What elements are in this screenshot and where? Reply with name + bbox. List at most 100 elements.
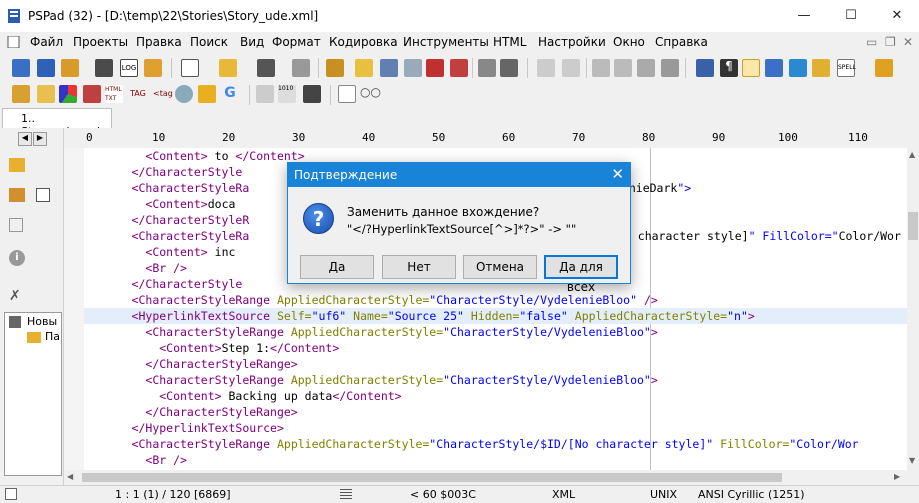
menu-html[interactable]: HTML — [493, 35, 526, 49]
scroll-left-icon[interactable]: ◀ — [67, 472, 73, 481]
menu-help[interactable]: Справка — [655, 35, 708, 49]
new-file-icon[interactable] — [12, 59, 30, 77]
tag-uppercase-icon[interactable]: TAG — [130, 85, 152, 103]
save-disk-icon[interactable] — [257, 59, 275, 77]
tree-item-new[interactable]: Новы — [27, 315, 57, 328]
menu-tools[interactable]: Инструменты — [403, 35, 489, 49]
word-wrap-icon[interactable] — [742, 59, 760, 77]
menu-format[interactable]: Формат — [272, 35, 321, 49]
tag-icon[interactable] — [12, 85, 30, 103]
find-icon[interactable] — [355, 59, 373, 77]
file-icon[interactable] — [9, 218, 23, 232]
code-line: </CharacterStyle — [131, 165, 243, 179]
menu-window[interactable]: Окно — [613, 35, 645, 49]
code-line: <CharacterStyleRange AppliedCharacterSty… — [145, 373, 658, 387]
yes-button[interactable]: Да — [300, 255, 374, 279]
horizontal-scrollbar[interactable]: ◀ ▶ — [64, 470, 907, 485]
preview-icon[interactable] — [478, 59, 496, 77]
google-icon[interactable]: G — [221, 85, 239, 103]
paste-icon[interactable] — [637, 59, 655, 77]
dialog-close-button[interactable]: ✕ — [611, 165, 624, 183]
scroll-down-icon[interactable]: ▼ — [909, 456, 915, 465]
tree-item-folder[interactable]: Па — [45, 330, 60, 343]
vertical-scrollbar[interactable]: ▲ ▼ — [907, 148, 919, 470]
minimize-button[interactable]: — — [781, 0, 827, 32]
project-icon[interactable] — [95, 59, 113, 77]
tree-icon[interactable] — [326, 59, 344, 77]
replace-icon[interactable] — [380, 59, 398, 77]
nav-left-icon[interactable]: ◀ — [18, 132, 32, 146]
pin-icon[interactable] — [875, 59, 893, 77]
menu-settings[interactable]: Настройки — [538, 35, 606, 49]
dialog-title-bar: Подтверждение ✕ — [288, 163, 630, 187]
html-txt-icon[interactable]: HTML TXT — [105, 85, 123, 103]
undo-icon[interactable] — [537, 59, 555, 77]
book-icon[interactable] — [450, 59, 468, 77]
stop-icon[interactable] — [338, 85, 356, 103]
no-button[interactable]: Нет — [382, 255, 456, 279]
app-logo-icon — [8, 9, 20, 23]
title-bar: PSPad (32) - [D:\temp\22\Stories\Story_u… — [0, 0, 919, 32]
bookmark-icon[interactable] — [426, 59, 444, 77]
close-window-button[interactable]: ✕ — [874, 0, 919, 32]
nav-right-icon[interactable]: ▶ — [33, 132, 47, 146]
log-icon[interactable]: LOG — [120, 59, 138, 77]
lock-icon[interactable] — [812, 59, 830, 77]
grid-icon[interactable] — [83, 85, 101, 103]
tab-story-ude[interactable]: 1.. Story_ude.xml — [2, 108, 112, 138]
wrap-icon[interactable] — [696, 59, 714, 77]
print-icon[interactable] — [500, 59, 518, 77]
menu-file[interactable]: Файл — [30, 35, 63, 49]
block-icon[interactable] — [789, 59, 807, 77]
save-all-icon[interactable] — [292, 59, 310, 77]
filter-icon[interactable] — [198, 85, 216, 103]
globe-icon[interactable] — [175, 85, 193, 103]
column-icon[interactable] — [765, 59, 783, 77]
horizontal-scroll-thumb[interactable] — [82, 473, 782, 482]
save-icon[interactable] — [61, 59, 79, 77]
copy-icon[interactable] — [614, 59, 632, 77]
glasses-icon[interactable]: ○○ — [360, 85, 381, 103]
vertical-scroll-thumb[interactable] — [908, 212, 918, 240]
menu-edit[interactable]: Правка — [136, 35, 182, 49]
open-file-icon[interactable] — [37, 59, 55, 77]
cancel-button[interactable]: Отмена — [463, 255, 537, 279]
yes-to-all-button[interactable]: Да для всех — [544, 255, 618, 294]
delete-icon[interactable] — [661, 59, 679, 77]
binary-icon[interactable]: 1010 — [278, 85, 296, 103]
pie-icon[interactable] — [59, 85, 77, 103]
mdi-restore-button[interactable]: ❐ — [885, 35, 896, 49]
cut-icon[interactable] — [592, 59, 610, 77]
menu-view[interactable]: Вид — [240, 35, 264, 49]
menu-encoding[interactable]: Кодировка — [329, 35, 398, 49]
settings-gear-icon[interactable] — [144, 59, 162, 77]
color-picker-icon[interactable] — [37, 85, 55, 103]
mdi-minimize-button[interactable]: ▭ — [866, 35, 877, 49]
ruler-mark: 10 — [152, 131, 166, 144]
scroll-up-icon[interactable]: ▲ — [909, 150, 915, 159]
status-syntax[interactable]: XML — [552, 488, 575, 501]
console-icon[interactable] — [303, 85, 321, 103]
menu-search[interactable]: Поиск — [190, 35, 228, 49]
pilcrow-icon[interactable]: ¶ — [720, 59, 738, 77]
find-files-icon[interactable] — [404, 59, 422, 77]
mdi-close-button[interactable]: ✕ — [903, 35, 913, 49]
status-line-end[interactable]: UNIX — [650, 488, 677, 501]
scroll-right-icon[interactable]: ▶ — [894, 472, 900, 481]
file-add-icon[interactable] — [36, 188, 50, 202]
info-icon[interactable]: i — [9, 250, 25, 266]
code-line: <CharacterStyleRange AppliedCharacterSty… — [131, 437, 859, 451]
tools-icon[interactable]: ✗ — [9, 288, 25, 304]
toolbar-separator — [318, 58, 319, 78]
open-folder-icon[interactable] — [219, 59, 237, 77]
menu-projects[interactable]: Проекты — [73, 35, 128, 49]
tag-lowercase-icon[interactable]: <tag — [153, 85, 175, 103]
folder-open-icon[interactable] — [9, 158, 25, 172]
new-doc-icon[interactable] — [181, 59, 199, 77]
maximize-button[interactable]: ☐ — [828, 0, 874, 32]
spell-icon[interactable]: SPELL — [837, 59, 856, 77]
play-icon[interactable] — [256, 85, 274, 103]
status-encoding[interactable]: ANSI Cyrillic (1251) — [698, 488, 805, 501]
folder-remove-icon[interactable] — [9, 188, 25, 202]
redo-icon[interactable] — [562, 59, 580, 77]
